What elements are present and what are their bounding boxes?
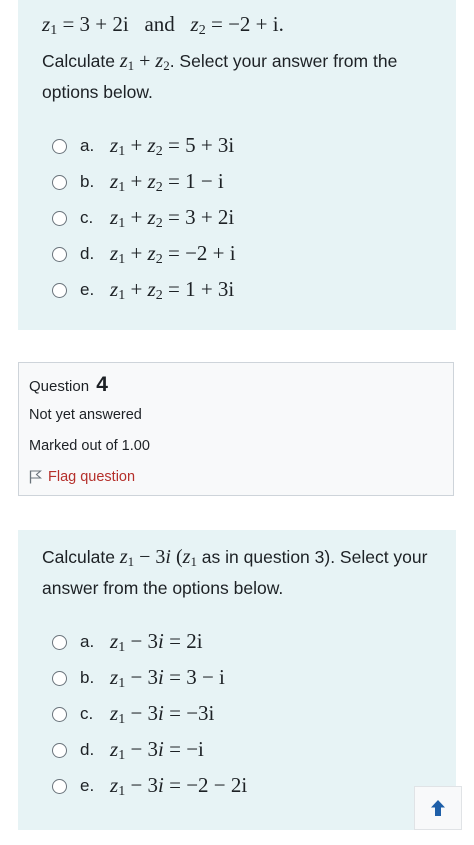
radio-button[interactable]	[52, 282, 67, 298]
q3-option-c[interactable]: c. z1 + z2 = 3 + 2i	[52, 203, 234, 233]
option-letter: d.	[80, 244, 95, 263]
option-result: −2 − 2i	[186, 772, 248, 797]
option-result: 3 + 2i	[185, 204, 235, 229]
q4-option-b[interactable]: b. z1 − 3i = 3 − i	[52, 663, 225, 693]
question-grade: Marked out of 1.00	[29, 438, 150, 454]
q3-question-text: Calculate z1 + z2. Select your answer fr…	[42, 50, 398, 102]
option-result: −3i	[186, 700, 215, 725]
question-state: Not yet answered	[29, 407, 142, 423]
option-result: 1 + 3i	[185, 276, 235, 301]
option-letter: b.	[80, 668, 95, 687]
radio-button[interactable]	[52, 706, 67, 722]
radio-button[interactable]	[52, 670, 67, 686]
question-4-info: Question 4 Not yet answered Marked out o…	[18, 362, 454, 496]
q3-option-b[interactable]: b. z1 + z2 = 1 − i	[52, 167, 224, 197]
q4-option-a[interactable]: a. z1 − 3i = 2i	[52, 627, 203, 657]
q3-option-d[interactable]: d. z1 + z2 = −2 + i	[52, 239, 236, 269]
option-result: −2 + i	[185, 240, 236, 265]
option-result: 1 − i	[185, 168, 224, 193]
q4-question-text: Calculate z1 − 3i (z1 as in question 3).…	[42, 546, 428, 598]
option-result: 2i	[186, 628, 203, 653]
q3-and-word: and	[144, 12, 175, 36]
option-result: −i	[186, 736, 204, 761]
q3-option-e[interactable]: e. z1 + z2 = 1 + 3i	[52, 275, 234, 305]
q4-option-e[interactable]: e. z1 − 3i = −2 − 2i	[52, 771, 247, 801]
q4-option-c[interactable]: c. z1 − 3i = −3i	[52, 699, 214, 729]
back-to-top-button[interactable]	[414, 786, 462, 830]
option-letter: c.	[80, 208, 94, 227]
radio-button[interactable]	[52, 174, 67, 190]
q3-given-values: z1 = 3 + 2i and z2 = −2 + i.	[42, 12, 284, 38]
question-3-panel: z1 = 3 + 2i and z2 = −2 + i. Calculate z…	[18, 0, 456, 330]
option-letter: e.	[80, 776, 95, 795]
q4-option-d[interactable]: d. z1 − 3i = −i	[52, 735, 204, 765]
flag-question-link[interactable]: Flag question	[29, 469, 135, 485]
radio-button[interactable]	[52, 742, 67, 758]
option-letter: a.	[80, 136, 95, 155]
radio-button[interactable]	[52, 210, 67, 226]
radio-button[interactable]	[52, 634, 67, 650]
option-letter: d.	[80, 740, 95, 759]
question-number: Question 4	[29, 373, 108, 396]
option-result: 5 + 3i	[185, 132, 235, 157]
q3-z1-value: 3 + 2i	[79, 12, 129, 36]
q3-option-a[interactable]: a. z1 + z2 = 5 + 3i	[52, 131, 234, 161]
option-letter: c.	[80, 704, 94, 723]
option-letter: b.	[80, 172, 95, 191]
question-4-panel: Calculate z1 − 3i (z1 as in question 3).…	[18, 530, 456, 830]
flag-icon	[29, 470, 42, 484]
arrow-up-icon	[431, 800, 445, 816]
radio-button[interactable]	[52, 246, 67, 262]
option-result: 3 − i	[186, 664, 225, 689]
radio-button[interactable]	[52, 778, 67, 794]
q3-z2-value: −2 + i.	[228, 12, 284, 36]
option-letter: a.	[80, 632, 95, 651]
radio-button[interactable]	[52, 138, 67, 154]
option-letter: e.	[80, 280, 95, 299]
